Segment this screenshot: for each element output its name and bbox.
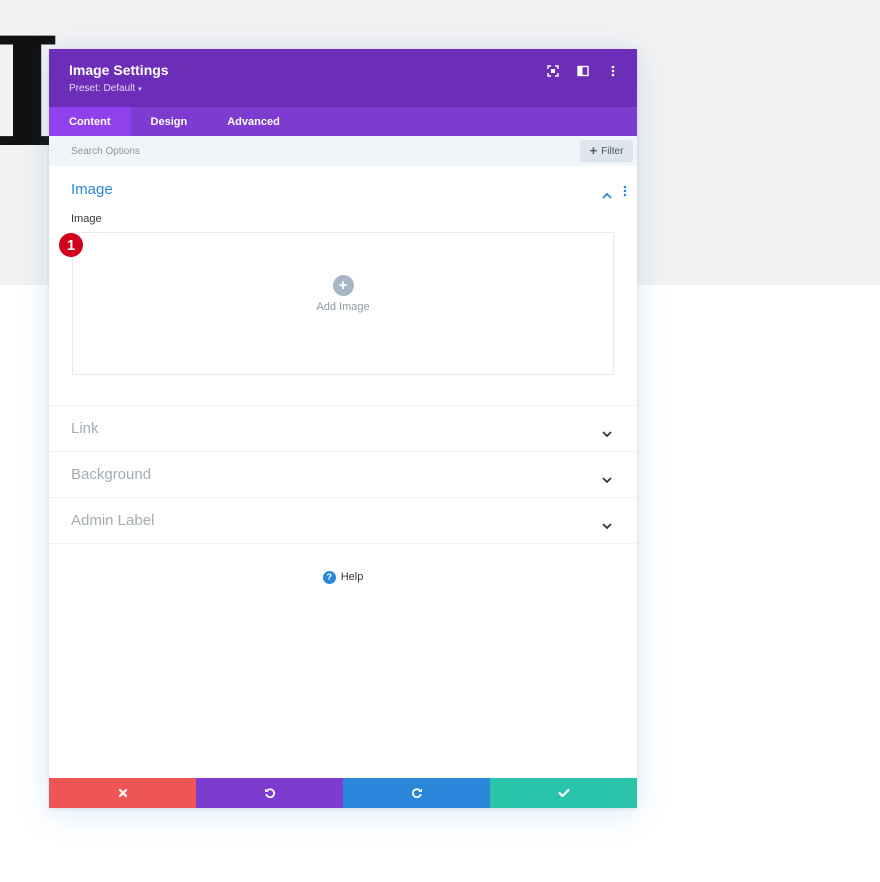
save-button[interactable] bbox=[490, 778, 637, 808]
image-settings-modal: Image Settings Preset: Default ▾ Content… bbox=[49, 49, 637, 808]
modal-header[interactable]: Image Settings Preset: Default ▾ bbox=[49, 49, 637, 107]
modal-title: Image Settings bbox=[69, 62, 169, 78]
close-icon bbox=[118, 788, 127, 798]
expand-icon[interactable] bbox=[543, 63, 563, 79]
tab-design[interactable]: Design bbox=[131, 107, 208, 136]
add-image-icon[interactable]: + bbox=[332, 274, 354, 296]
add-image-label[interactable]: Add Image bbox=[316, 301, 369, 313]
modal-footer bbox=[49, 778, 637, 808]
search-input[interactable] bbox=[49, 136, 569, 166]
tab-content[interactable]: Content bbox=[49, 107, 131, 136]
section-background[interactable]: Background bbox=[49, 452, 637, 498]
help-label: Help bbox=[340, 571, 364, 583]
section-background-title: Background bbox=[71, 466, 152, 483]
chevron-down-icon bbox=[602, 471, 612, 489]
section-image: Image Image + Add Image bbox=[49, 166, 637, 406]
chevron-down-icon bbox=[602, 425, 612, 443]
chevron-down-icon bbox=[602, 517, 612, 535]
plus-icon: + bbox=[589, 143, 598, 158]
tab-advanced[interactable]: Advanced bbox=[207, 107, 300, 136]
section-link-title: Link bbox=[71, 420, 99, 437]
cancel-button[interactable] bbox=[49, 778, 196, 808]
undo-button[interactable] bbox=[196, 778, 343, 808]
sidebar-icon[interactable] bbox=[573, 63, 593, 79]
settings-tabs: Content Design Advanced bbox=[49, 107, 637, 136]
help-link[interactable]: ? Help bbox=[49, 567, 637, 587]
image-upload-area[interactable]: + Add Image bbox=[72, 232, 614, 375]
search-bar: + Filter bbox=[49, 136, 637, 166]
redo-icon bbox=[411, 788, 422, 799]
section-image-title[interactable]: Image bbox=[71, 181, 113, 198]
chevron-up-icon[interactable] bbox=[602, 186, 612, 204]
section-link[interactable]: Link bbox=[49, 406, 637, 452]
more-vertical-icon[interactable] bbox=[603, 63, 623, 79]
section-admin-label-title: Admin Label bbox=[71, 512, 155, 529]
redo-button[interactable] bbox=[343, 778, 490, 808]
caret-down-icon: ▾ bbox=[138, 86, 142, 93]
help-icon: ? bbox=[322, 570, 336, 584]
section-options-icon[interactable] bbox=[623, 184, 627, 202]
undo-icon bbox=[264, 788, 275, 799]
step-number-badge: 1 bbox=[59, 233, 83, 257]
preset-label: Preset: Default bbox=[69, 83, 136, 94]
image-field-label: Image bbox=[71, 213, 102, 225]
filter-label: Filter bbox=[601, 145, 624, 157]
preset-dropdown[interactable]: Preset: Default ▾ bbox=[69, 83, 142, 94]
check-icon bbox=[557, 788, 570, 798]
filter-button[interactable]: + Filter bbox=[580, 140, 633, 162]
section-admin-label[interactable]: Admin Label bbox=[49, 498, 637, 544]
